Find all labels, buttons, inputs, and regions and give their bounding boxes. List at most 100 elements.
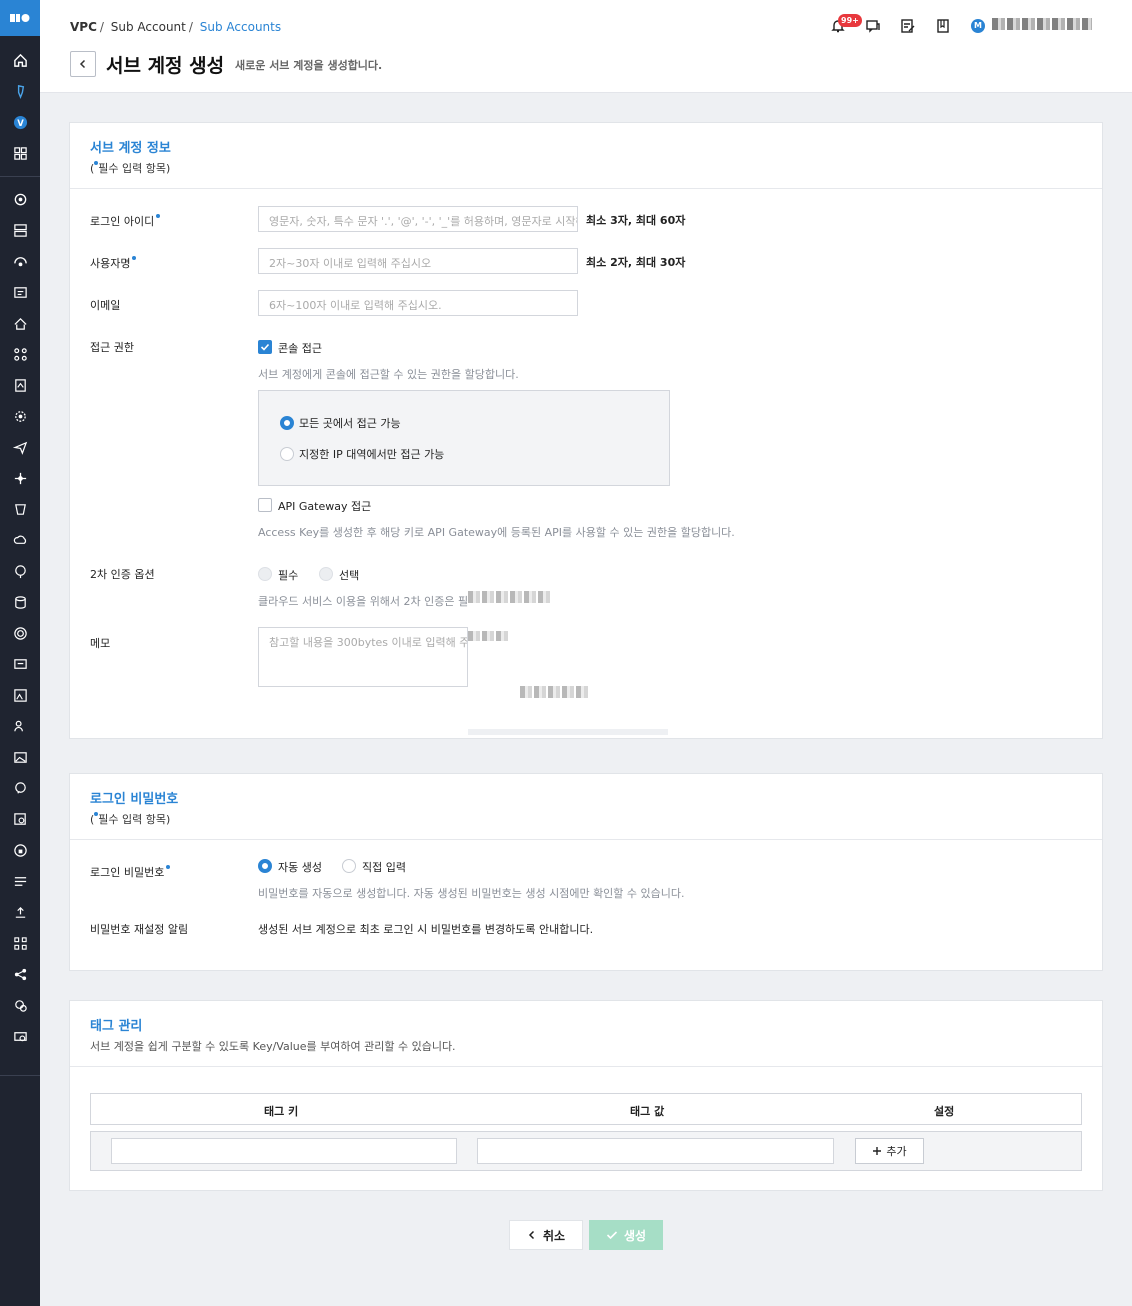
login-id-hint: 최소 3자, 최대 60자 <box>586 214 686 227</box>
chat-icon[interactable] <box>12 780 28 796</box>
col-tag-value: 태그 값 <box>630 1105 665 1118</box>
nodes-icon[interactable] <box>12 935 28 951</box>
create-button[interactable]: 생성 <box>589 1220 663 1250</box>
drone-icon[interactable] <box>12 470 28 486</box>
shield-icon[interactable] <box>12 501 28 517</box>
required-note-text: 필수 입력 항목) <box>98 162 171 175</box>
upload-icon[interactable] <box>12 904 28 920</box>
search-doc-icon[interactable] <box>12 811 28 827</box>
api-gateway-label[interactable]: API Gateway 접근 <box>278 498 371 514</box>
password-label: 로그인 비밀번호 <box>90 864 171 880</box>
gallery-icon[interactable] <box>12 749 28 765</box>
mfa-required-radio[interactable] <box>258 567 272 581</box>
home-icon[interactable] <box>12 52 28 68</box>
breadcrumb-current[interactable]: Sub Accounts <box>200 20 281 34</box>
breadcrumb-root[interactable]: VPC <box>70 20 97 34</box>
memo-textarea[interactable]: 참고할 내용을 300bytes 이내로 입력해 주 <box>258 627 468 687</box>
memo-label: 메모 <box>90 637 111 650</box>
password-auto-radio[interactable] <box>258 859 272 873</box>
edit-note-icon[interactable] <box>900 18 916 34</box>
access-ip-radio[interactable] <box>280 447 294 461</box>
cancel-label: 취소 <box>542 1228 566 1243</box>
brand-logo[interactable] <box>0 0 40 36</box>
grid-icon[interactable] <box>12 145 28 161</box>
console-access-checkbox[interactable] <box>258 340 272 354</box>
redacted-overlay <box>468 591 552 603</box>
tag-value-input[interactable] <box>477 1138 834 1164</box>
access-anywhere-radio[interactable] <box>280 416 294 430</box>
brain-icon[interactable] <box>12 563 28 579</box>
api-gateway-checkbox[interactable] <box>258 498 272 512</box>
server-icon[interactable] <box>12 222 28 238</box>
console-access-label[interactable]: 콘솔 접근 <box>278 340 322 356</box>
check-icon <box>260 343 270 351</box>
login-id-input[interactable]: 영문자, 숫자, 특수 문자 '.', '@', '-', '_'를 허용하며,… <box>258 206 578 232</box>
api-gateway-desc: Access Key를 생성한 후 해당 키로 API Gateway에 등록된… <box>258 526 735 539</box>
users-icon[interactable] <box>12 718 28 734</box>
page-subtitle: 새로운 서브 계정을 생성합니다. <box>235 59 383 72</box>
chevron-left-icon <box>528 1230 534 1240</box>
top-header: VPC / Sub Account / Sub Accounts 서브 계정 생성 … <box>40 0 1132 93</box>
list-icon[interactable] <box>12 873 28 889</box>
password-reset-desc: 생성된 서브 계정으로 최초 로그인 시 비밀번호를 변경하도록 안내합니다. <box>258 923 594 936</box>
check-icon <box>606 1231 618 1240</box>
cancel-button[interactable]: 취소 <box>509 1220 583 1250</box>
network-icon[interactable] <box>12 253 28 269</box>
password-desc: 비밀번호를 자동으로 생성합니다. 자동 생성된 비밀번호는 생성 시점에만 확… <box>258 887 685 900</box>
tag-table-header: 태그 키 태그 값 설정 <box>90 1093 1082 1125</box>
cdn-icon[interactable] <box>12 1028 28 1044</box>
access-label: 접근 권한 <box>90 341 134 354</box>
db-stack-icon[interactable] <box>12 594 28 610</box>
col-setting: 설정 <box>934 1105 955 1118</box>
access-anywhere-label[interactable]: 모든 곳에서 접근 가능 <box>299 415 401 431</box>
image-icon[interactable] <box>12 687 28 703</box>
tag-key-input[interactable] <box>111 1138 457 1164</box>
breadcrumb-separator: / <box>99 20 104 34</box>
redacted-overlay <box>520 686 588 698</box>
card-header: 로그인 비밀번호 (필수 입력 항목) <box>70 774 1102 840</box>
target-icon[interactable] <box>12 625 28 641</box>
create-label: 생성 <box>623 1228 647 1243</box>
email-label: 이메일 <box>90 299 121 312</box>
add-tag-button[interactable]: 추가 <box>855 1138 924 1164</box>
mfa-optional-radio[interactable] <box>319 567 333 581</box>
cloud-icon[interactable] <box>12 532 28 548</box>
monitor-icon[interactable] <box>12 656 28 672</box>
message-icon[interactable] <box>865 18 881 34</box>
email-input[interactable]: 6자~100자 이내로 입력해 주십시오. <box>258 290 578 316</box>
settings-icon[interactable] <box>12 408 28 424</box>
breadcrumb-mid[interactable]: Sub Account <box>111 20 186 34</box>
database-icon[interactable] <box>12 315 28 331</box>
back-button[interactable] <box>70 51 96 77</box>
cog-group-icon[interactable] <box>12 997 28 1013</box>
section-title: 로그인 비밀번호 <box>90 792 179 807</box>
required-dot <box>156 214 161 218</box>
mfa-optional-label[interactable]: 선택 <box>339 567 359 583</box>
label-text: 로그인 비밀번호 <box>90 866 165 879</box>
section-title: 서브 계정 정보 <box>90 141 171 156</box>
access-ip-label[interactable]: 지정한 IP 대역에서만 접근 가능 <box>299 446 444 462</box>
storage-icon[interactable] <box>12 284 28 300</box>
lock-icon[interactable] <box>12 842 28 858</box>
redacted-overlay <box>468 631 508 641</box>
vpc-icon[interactable]: V <box>12 114 28 130</box>
password-auto-label[interactable]: 자동 생성 <box>278 859 322 875</box>
redacted-overlay <box>468 729 668 735</box>
book-icon[interactable] <box>935 18 951 34</box>
sidebar: V <box>0 0 40 1306</box>
share-icon[interactable] <box>12 966 28 982</box>
avatar[interactable]: M <box>971 19 985 33</box>
tag-card: 태그 관리 서브 계정을 쉽게 구분할 수 있도록 Key/Value를 부여하… <box>69 1000 1103 1191</box>
service-icon[interactable] <box>12 191 28 207</box>
user-name-redacted[interactable] <box>992 18 1092 30</box>
password-manual-radio[interactable] <box>342 859 356 873</box>
document-icon[interactable] <box>12 377 28 393</box>
required-dot <box>166 865 171 869</box>
login-id-label: 로그인 아이디 <box>90 213 161 229</box>
username-input[interactable]: 2자~30자 이내로 입력해 주십시오 <box>258 248 578 274</box>
send-icon[interactable] <box>12 439 28 455</box>
mfa-required-label[interactable]: 필수 <box>278 567 298 583</box>
cluster-icon[interactable] <box>12 346 28 362</box>
password-manual-label[interactable]: 직접 입력 <box>362 859 406 875</box>
pin-icon[interactable] <box>12 83 28 99</box>
